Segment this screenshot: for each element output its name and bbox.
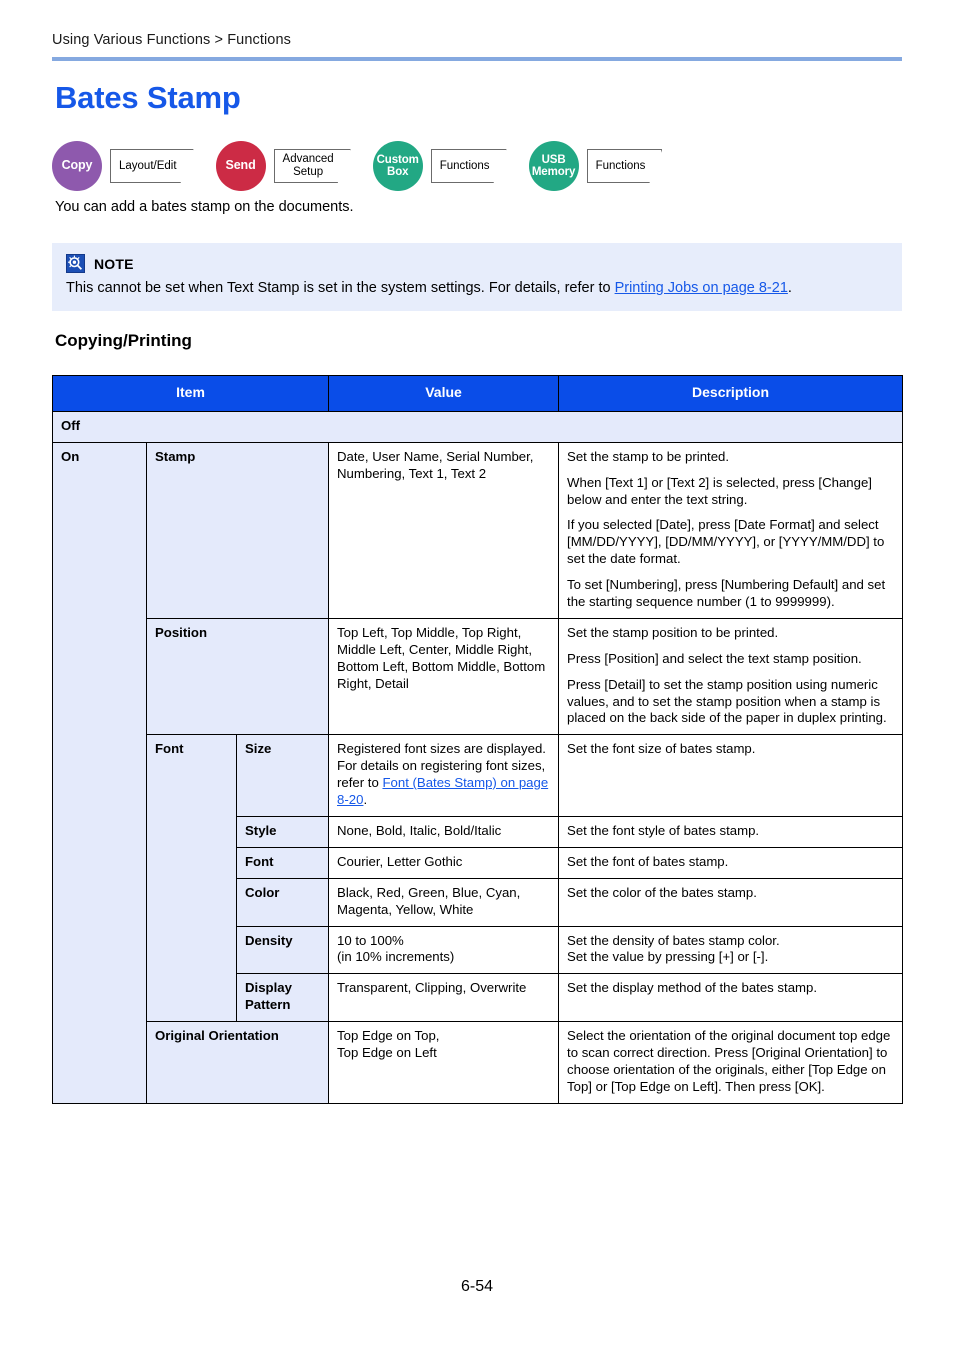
column-header-description: Description [558, 375, 904, 412]
page-title: Bates Stamp [55, 80, 241, 115]
sub-item-label-size: Size [235, 734, 330, 817]
send-badge-icon: Send [215, 141, 266, 191]
item-label-stamp: Stamp [145, 441, 330, 619]
send-path-tag-label: Advanced Setup [282, 153, 334, 178]
description-original-orientation: Select the orientation of the original d… [558, 1021, 904, 1104]
copy-path-tag-label: Layout/Edit [119, 159, 177, 172]
value-font-display-pattern: Transparent, Clipping, Overwrite [328, 973, 560, 1023]
note-callout: NOTE This cannot be set when Text Stamp … [52, 243, 902, 311]
table-row-original-orientation: Original Orientation Top Edge on Top, To… [53, 1021, 904, 1104]
description-font-color: Set the color of the bates stamp. [558, 877, 904, 927]
printing-jobs-link[interactable]: Printing Jobs on page 8-21 [615, 280, 788, 296]
description-position-p2: Press [Position] and select the text sta… [567, 650, 862, 666]
send-path-tag: Advanced Setup [274, 149, 351, 183]
copy-badge-label: Copy [61, 158, 93, 173]
usb-memory-path-tag-label: Functions [595, 159, 646, 172]
intro-paragraph: You can add a bates stamp on the documen… [55, 199, 354, 215]
note-text-after: . [787, 280, 792, 296]
sub-item-label-display-pattern: Display Pattern [235, 973, 330, 1023]
copy-path-tag: Layout/Edit [110, 149, 194, 183]
badge-group-usb-memory: USB Memory Functions [528, 141, 663, 191]
table-row-stamp: On Stamp Date, User Name, Serial Number,… [52, 441, 904, 1104]
sub-item-label-style: Style [235, 815, 330, 848]
badge-group-custom-box: Custom Box Functions [372, 141, 507, 191]
item-label-position: Position [145, 617, 330, 736]
column-header-item: Item [51, 375, 330, 412]
description-position: Set the stamp position to be printed. Pr… [558, 617, 904, 736]
value-original-orientation-line1: Top Edge on Top, [337, 1028, 440, 1044]
note-header: NOTE [66, 254, 888, 273]
spec-table-wrapper: Item Value Description Off On Stamp Date… [51, 375, 904, 1104]
value-font-size: Registered font sizes are displayed. For… [328, 734, 560, 817]
value-font-style: None, Bold, Italic, Bold/Italic [328, 815, 560, 848]
off-row-label: Off [51, 410, 904, 443]
function-badge-row: Copy Layout/Edit Send Advanced Setup Cust… [52, 140, 684, 192]
table-row-position: Position Top Left, Top Middle, Top Right… [53, 617, 904, 736]
document-page: Using Various Functions > Functions Bate… [0, 0, 954, 1350]
value-font-size-after: . [363, 792, 368, 808]
description-font-density-line2: Set the value by pressing [+] or [-]. [567, 949, 769, 965]
item-label-original-orientation: Original Orientation [145, 1021, 330, 1104]
value-position: Top Left, Top Middle, Top Right, Middle … [328, 617, 560, 736]
custom-box-path-tag-label: Functions [439, 159, 490, 172]
description-font-style: Set the font style of bates stamp. [558, 815, 904, 848]
table-row-font-size: Font Size Registered font sizes are disp… [53, 734, 904, 1023]
table-row-off: Off [51, 410, 904, 443]
note-body: This cannot be set when Text Stamp is se… [66, 279, 888, 298]
description-stamp-p4: To set [Numbering], press [Numbering Def… [567, 577, 886, 610]
page-number-footer: 6-54 [460, 1278, 494, 1295]
copy-badge-icon: Copy [52, 141, 102, 191]
description-font-size: Set the font size of bates stamp. [558, 734, 904, 817]
value-font-density-line2: (in 10% increments) [337, 949, 455, 965]
header-divider [52, 57, 902, 61]
sub-item-label-density: Density [235, 925, 330, 975]
section-heading: Copying/Printing [55, 331, 192, 350]
value-original-orientation-line2: Top Edge on Left [337, 1044, 437, 1060]
custom-box-badge-label: Custom Box [376, 153, 419, 178]
send-badge-label: Send [225, 158, 256, 173]
custom-box-badge-icon: Custom Box [372, 141, 423, 191]
description-position-p3: Press [Detail] to set the stamp position… [567, 676, 887, 726]
value-font-color: Black, Red, Green, Blue, Cyan, Magenta, … [328, 877, 560, 927]
note-label: NOTE [94, 255, 134, 272]
description-font-font: Set the font of bates stamp. [558, 846, 904, 879]
value-font-density: 10 to 100% (in 10% increments) [328, 925, 560, 975]
description-position-p1: Set the stamp position to be printed. [567, 624, 779, 640]
value-stamp: Date, User Name, Serial Number, Numberin… [328, 441, 560, 619]
badge-group-copy: Copy Layout/Edit [52, 141, 194, 191]
sub-item-label-font: Font [235, 846, 330, 879]
item-label-font-group: Font [146, 734, 237, 1023]
usb-memory-badge-label: USB Memory [531, 153, 576, 178]
value-font-font: Courier, Letter Gothic [328, 846, 560, 879]
description-font-density-line1: Set the density of bates stamp color. [567, 932, 780, 948]
value-font-density-line1: 10 to 100% [337, 932, 404, 948]
breadcrumb: Using Various Functions > Functions [52, 32, 291, 48]
value-original-orientation: Top Edge on Top, Top Edge on Left [328, 1021, 560, 1104]
description-stamp-p2: When [Text 1] or [Text 2] is selected, p… [567, 474, 872, 507]
sub-item-label-color: Color [235, 877, 330, 927]
on-row-label: On [52, 441, 147, 1104]
note-text-before: This cannot be set when Text Stamp is se… [66, 280, 615, 296]
table-header-row: Item Value Description [51, 375, 904, 412]
description-stamp-p3: If you selected [Date], press [Date Form… [567, 517, 885, 567]
badge-group-send: Send Advanced Setup [215, 141, 351, 191]
spec-table: Item Value Description Off On Stamp Date… [51, 375, 904, 1104]
custom-box-path-tag: Functions [431, 149, 507, 183]
description-stamp-p1: Set the stamp to be printed. [567, 448, 730, 464]
description-stamp: Set the stamp to be printed. When [Text … [558, 441, 904, 619]
usb-memory-badge-icon: USB Memory [528, 141, 579, 191]
magnifier-note-icon [66, 254, 85, 273]
description-font-display-pattern: Set the display method of the bates stam… [558, 973, 904, 1023]
column-header-value: Value [328, 375, 560, 412]
description-font-density: Set the density of bates stamp color. Se… [558, 925, 904, 975]
usb-memory-path-tag: Functions [587, 149, 663, 183]
